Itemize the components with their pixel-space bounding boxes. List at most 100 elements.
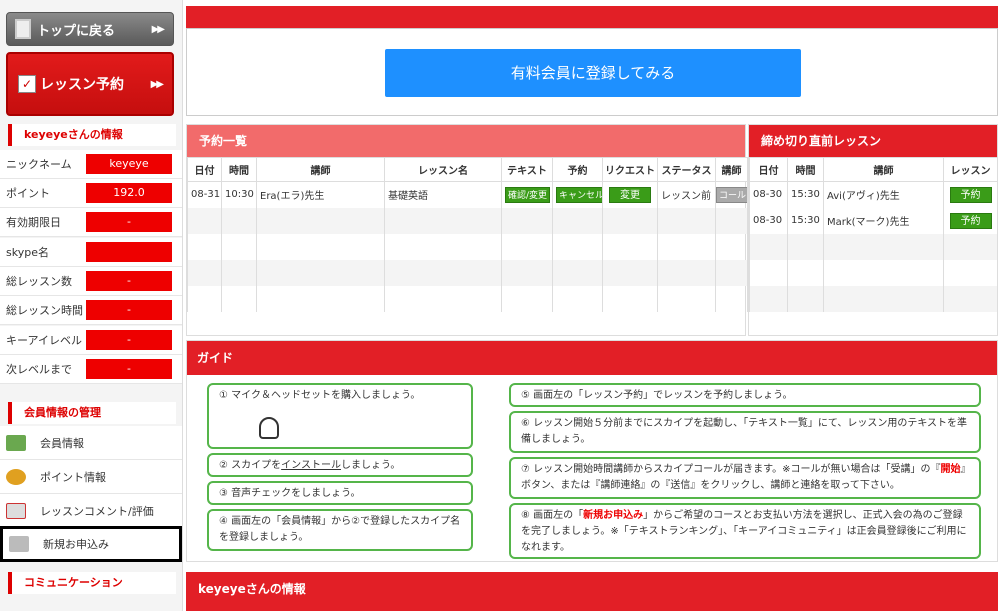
col-request: リクエスト: [602, 157, 658, 182]
row-date: 08-31: [187, 181, 222, 208]
back-to-top-button[interactable]: トップに戻る ▶▶: [6, 12, 174, 46]
info-row-skype: skype名: [0, 238, 182, 267]
step-2-pre: ② スカイプを: [219, 460, 282, 471]
info-label: skype名: [6, 246, 49, 259]
back-to-top-label: トップに戻る: [37, 23, 116, 39]
guide-step-1: ① マイク＆ヘッドセットを購入しましょう。: [207, 383, 473, 449]
door-icon: [15, 19, 31, 39]
double-arrow-icon: ▶▶: [151, 23, 165, 35]
info-label: 次レベルまで: [6, 363, 72, 376]
step-7-pre: ⑦ レッスン開始時間講師からスカイプコールが届きます。※コールが無い場合は「受講…: [521, 464, 941, 475]
lesson-reserve-label: レッスン予約: [40, 77, 124, 93]
deadline-table: 日付 時間 講師 レッスン 08-30 15:30 Avi(アヴィ)先生 予約 …: [749, 157, 998, 312]
info-label: 総レッスン数: [6, 275, 72, 288]
headset-icon: [259, 417, 279, 439]
info-row-expiry: 有効期限日 -: [0, 208, 182, 237]
reserve-button[interactable]: 予約: [949, 212, 992, 229]
col-lesson: レッスン: [943, 157, 998, 182]
col-date: 日付: [187, 157, 222, 182]
menu-point-info[interactable]: ポイント情報: [0, 460, 182, 494]
install-link[interactable]: インストール: [281, 460, 341, 471]
cancel-button[interactable]: キャンセル: [556, 186, 602, 203]
guide-step-6: ⑥ レッスン開始５分前までにスカイプを起動し、「テキスト一覧」にて、レッスン用の…: [509, 411, 981, 453]
menu-member-info[interactable]: 会員情報: [0, 426, 182, 460]
lesson-reserve-button[interactable]: ✓ レッスン予約 ▶▶: [6, 52, 174, 116]
row-date: 08-30: [749, 181, 788, 208]
info-value: -: [86, 330, 172, 350]
call-button[interactable]: コール: [716, 186, 747, 203]
row-teacher: Avi(アヴィ)先生: [823, 181, 944, 208]
row-time: 15:30: [787, 207, 824, 234]
menu-lesson-comment[interactable]: レッスンコメント/評価: [0, 494, 182, 528]
reservation-panel: 予約一覧 日付 時間 講師 レッスン名 テキスト 予約 リクエスト ステータス …: [186, 124, 748, 336]
checkbox-icon: ✓: [18, 75, 36, 93]
info-row-points: ポイント 192.0: [0, 179, 182, 208]
reservation-title: 予約一覧: [187, 125, 745, 157]
register-paid-member-button[interactable]: 有料会員に登録してみる: [385, 49, 801, 97]
row-lesson: 基礎英語: [384, 181, 502, 208]
menu-new-application[interactable]: 新規お申込み: [0, 526, 182, 562]
reservation-table: 日付 時間 講師 レッスン名 テキスト 予約 リクエスト ステータス 講師 08…: [187, 157, 748, 312]
change-request-button[interactable]: 変更: [609, 186, 651, 203]
col-teacher: 講師: [823, 157, 944, 182]
row-teacher: Era(エラ)先生: [256, 181, 385, 208]
member-management-heading: 会員情報の管理: [8, 402, 176, 424]
info-value: -: [86, 359, 172, 379]
sidebar: トップに戻る ▶▶ ✓ レッスン予約 ▶▶ keyeyeさんの情報 ニックネーム…: [0, 0, 183, 611]
info-label: キーアイレベル: [6, 334, 83, 347]
info-row-nickname: ニックネーム keyeye: [0, 150, 182, 179]
step-4-text: ④ 画面左の「会員情報」から②で登録したスカイプ名を登録しましょう。: [219, 516, 461, 543]
register-area: 有料会員に登録してみる: [186, 28, 998, 116]
row-time: 15:30: [787, 181, 824, 208]
info-value: [86, 242, 172, 262]
guide-panel: ガイド ① マイク＆ヘッドセットを購入しましょう。 ② スカイプをインストールし…: [186, 340, 998, 562]
info-label: ポイント: [6, 187, 50, 200]
info-label: ニックネーム: [6, 158, 72, 171]
guide-step-5: ⑤ 画面左の「レッスン予約」でレッスンを予約しましょう。: [509, 383, 981, 407]
info-value: keyeye: [86, 154, 172, 174]
col-reserve: 予約: [552, 157, 603, 182]
menu-label: 新規お申込み: [43, 538, 109, 551]
table-row: 08-30 15:30 Mark(マーク)先生 予約: [749, 207, 998, 234]
guide-step-3: ③ 音声チェックをしましょう。: [207, 481, 473, 505]
guide-step-7: ⑦ レッスン開始時間講師からスカイプコールが届きます。※コールが無い場合は「受講…: [509, 457, 981, 499]
cart-icon: [9, 536, 29, 552]
step-8-new-application: 新規お申込み: [583, 510, 644, 521]
user-info-heading: keyeyeさんの情報: [8, 124, 176, 146]
guide-title: ガイド: [187, 341, 997, 375]
step-6-text: ⑥ レッスン開始５分前までにスカイプを起動し、「テキスト一覧」にて、レッスン用の…: [521, 418, 968, 445]
main-content: 有料会員に登録してみる 予約一覧 日付 時間 講師 レッスン名 テキスト 予約 …: [186, 0, 1000, 611]
info-value: -: [86, 271, 172, 291]
menu-label: 会員情報: [40, 436, 84, 450]
info-row-total-lessons: 総レッスン数 -: [0, 267, 182, 296]
menu-label: ポイント情報: [40, 470, 106, 484]
info-value: -: [86, 300, 172, 320]
col-lesson: レッスン名: [384, 157, 502, 182]
col-text: テキスト: [501, 157, 553, 182]
guide-step-2: ② スカイプをインストールしましょう。: [207, 453, 473, 477]
col-teacher2: 講師: [715, 157, 748, 182]
id-card-icon: [6, 434, 26, 451]
guide-step-8: ⑧ 画面左の「新規お申込み」からご希望のコースとお支払い方法を選択し、正式入会の…: [509, 503, 981, 559]
step-3-text: ③ 音声チェックをしましょう。: [219, 488, 361, 499]
row-status: レッスン前: [657, 181, 716, 208]
col-time: 時間: [221, 157, 257, 182]
top-red-bar: [186, 6, 998, 28]
step-8-pre: ⑧ 画面左の「: [521, 510, 584, 521]
communication-heading: コミュニケーション: [8, 572, 176, 594]
text-confirm-button[interactable]: 確認/変更: [505, 186, 551, 203]
deadline-panel: 締め切り直前レッスン 日付 時間 講師 レッスン 08-30 15:30 Avi…: [748, 124, 998, 336]
table-row: 08-31 10:30 Era(エラ)先生 基礎英語 確認/変更 キャンセル 変…: [187, 181, 748, 208]
user-info-footer-heading: keyeyeさんの情報: [186, 572, 998, 611]
info-label: 総レッスン時間: [6, 304, 83, 317]
info-label: 有効期限日: [6, 216, 61, 229]
info-row-next-level: 次レベルまで -: [0, 355, 182, 384]
col-time: 時間: [787, 157, 824, 182]
col-status: ステータス: [657, 157, 716, 182]
step-5-text: ⑤ 画面左の「レッスン予約」でレッスンを予約しましょう。: [521, 390, 793, 401]
info-value: 192.0: [86, 183, 172, 203]
step-1-text: ① マイク＆ヘッドセットを購入しましょう。: [219, 390, 421, 401]
table-row: 08-30 15:30 Avi(アヴィ)先生 予約: [749, 181, 998, 208]
reserve-button[interactable]: 予約: [949, 186, 992, 203]
deadline-title: 締め切り直前レッスン: [749, 125, 997, 157]
